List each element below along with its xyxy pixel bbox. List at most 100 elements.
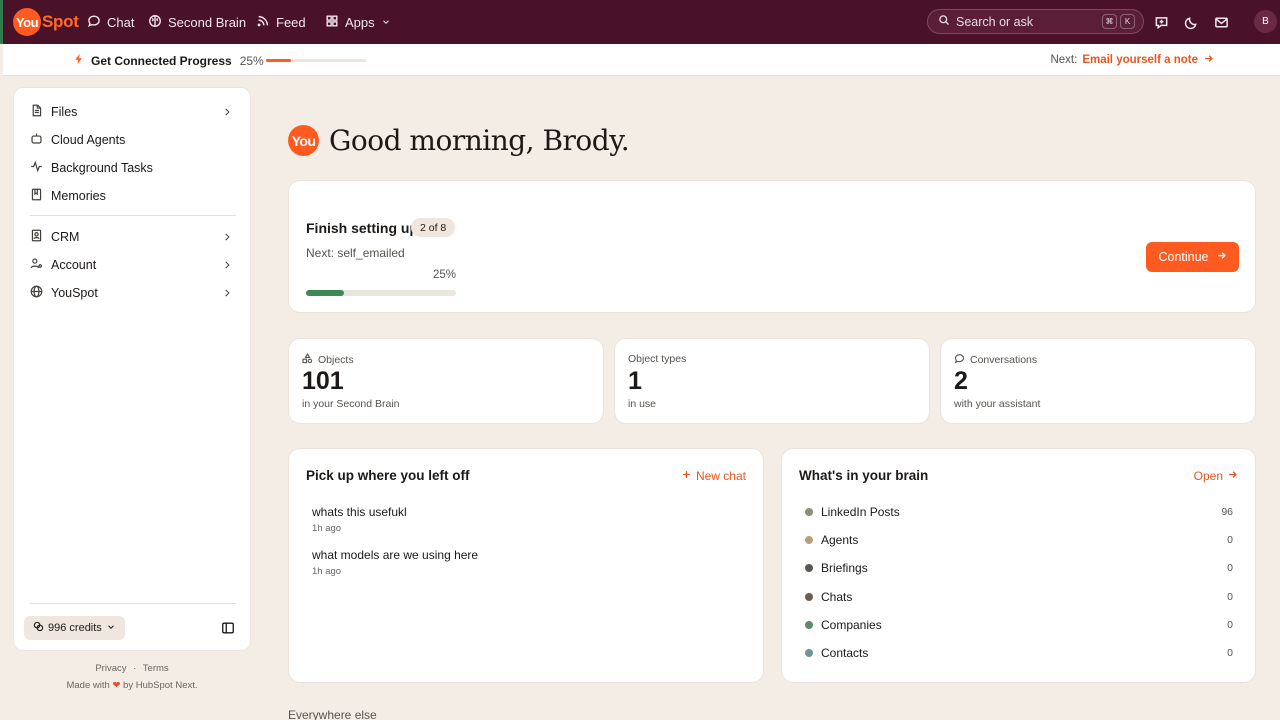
nav-apps-label: Apps (345, 14, 375, 30)
brain-row[interactable]: Chats 0 (805, 588, 1233, 606)
activity-icon (30, 160, 43, 176)
sidebar-item-label: CRM (51, 230, 80, 244)
nav-chat[interactable]: Chat (87, 0, 134, 44)
logo-you-mark: You (13, 8, 41, 36)
stat-label: Conversations (954, 353, 1037, 367)
sidebar-collapse-icon[interactable] (221, 621, 235, 635)
get-connected-progress-strip: Get Connected Progress 25% Next: Email y… (3, 44, 1280, 76)
brain-row[interactable]: LinkedIn Posts 96 (805, 503, 1233, 521)
heart-icon: ❤ (112, 680, 121, 691)
brain-row-label: Companies (821, 617, 882, 632)
new-chat-button[interactable]: New chat (681, 469, 746, 483)
nav-feed-label: Feed (276, 14, 306, 30)
open-brain-link[interactable]: Open (1194, 469, 1238, 483)
brain-row-label: Briefings (821, 561, 868, 576)
progress-percent: 25% (239, 53, 264, 68)
made-with-suffix: by HubSpot Next. (123, 680, 198, 691)
coins-icon (33, 621, 44, 635)
progress-bar (266, 59, 366, 62)
sidebar-item-label: Memories (51, 189, 106, 203)
shortcut-key-cmd: ⌘ (1102, 14, 1117, 29)
sidebar-item-label: Files (51, 105, 78, 119)
stat-card-conversations[interactable]: Conversations 2 with your assistant (940, 338, 1256, 424)
book-icon (30, 188, 43, 204)
chat-time: 1h ago (312, 523, 342, 534)
new-message-icon[interactable] (1152, 13, 1170, 31)
footer-separator: · (133, 663, 137, 674)
recent-chat-item[interactable]: whats this usefukl 1h ago (312, 505, 407, 534)
made-with-credit: Made with ❤ by HubSpot Next. (13, 680, 251, 691)
shapes-icon (302, 352, 313, 367)
credits-dropdown[interactable]: 996 credits (24, 616, 125, 640)
stat-label-text: Object types (628, 353, 687, 365)
lightning-icon (73, 53, 85, 68)
stat-card-objects[interactable]: Objects 101 in your Second Brain (288, 338, 604, 424)
chevron-right-icon (225, 233, 230, 241)
moon-icon[interactable] (1182, 13, 1200, 31)
sidebar-item-memories[interactable]: Memories (30, 183, 236, 209)
terms-link[interactable]: Terms (143, 663, 169, 674)
sidebar-item-account[interactable]: Account (30, 252, 236, 278)
brain-row-label: Chats (821, 589, 853, 604)
chat-title: whats this usefukl (312, 505, 407, 519)
brain-row[interactable]: Contacts 0 (805, 644, 1233, 662)
brain-row[interactable]: Companies 0 (805, 616, 1233, 634)
youspot-logo[interactable]: You Spot (13, 8, 79, 36)
setup-title: Finish setting up (306, 220, 418, 236)
brain-row[interactable]: Agents 0 (805, 531, 1233, 549)
color-dot-icon (805, 536, 813, 545)
brain-title: What's in your brain (799, 468, 929, 483)
search-icon (938, 14, 950, 29)
nav-feed[interactable]: Feed (256, 0, 306, 44)
contact-book-icon (30, 229, 43, 245)
sidebar-item-files[interactable]: Files (30, 99, 236, 125)
brain-row-count: 0 (1227, 534, 1233, 547)
progress-title: Get Connected Progress (91, 53, 232, 68)
brain-row[interactable]: Briefings 0 (805, 559, 1233, 577)
stat-subtext: in use (628, 398, 657, 410)
chat-bubble-icon (87, 14, 101, 31)
user-settings-icon (30, 257, 43, 273)
stat-card-object-types[interactable]: Object types 1 in use (614, 338, 930, 424)
open-label: Open (1193, 469, 1223, 483)
nav-apps[interactable]: Apps (325, 0, 391, 44)
search-input[interactable]: Search or ask ⌘ K (927, 9, 1144, 34)
stat-label-text: Objects (318, 354, 354, 366)
user-avatar[interactable]: B (1254, 10, 1277, 33)
sidebar-footer-links: Privacy · Terms (13, 663, 251, 674)
sidebar-divider (30, 215, 236, 216)
stat-subtext: in your Second Brain (302, 398, 400, 410)
logo-spot-wordmark: Spot (42, 12, 79, 31)
color-dot-icon (805, 649, 813, 657)
next-step-link[interactable]: Email yourself a note (1082, 54, 1198, 66)
brain-row-count: 96 (1221, 506, 1233, 518)
continue-button[interactable]: Continue (1146, 242, 1239, 272)
recent-chat-item[interactable]: what models are we using here 1h ago (312, 548, 478, 577)
brain-icon (148, 14, 162, 31)
nav-second-brain[interactable]: Second Brain (148, 0, 246, 44)
sidebar-item-crm[interactable]: CRM (30, 224, 236, 250)
everywhere-else-heading: Everywhere else (288, 708, 377, 720)
plus-icon (681, 469, 692, 483)
file-icon (30, 104, 43, 120)
privacy-link[interactable]: Privacy (95, 663, 126, 674)
mail-icon[interactable] (1212, 13, 1230, 31)
stat-value: 1 (628, 367, 642, 395)
sidebar-item-youspot[interactable]: YouSpot (30, 280, 236, 306)
next-prefix: Next: (1050, 54, 1078, 66)
sidebar-item-label: YouSpot (51, 286, 98, 300)
top-navigation-bar: You Spot Chat Second Brain Feed Apps Sea… (0, 0, 1280, 44)
brain-row-count: 0 (1227, 647, 1233, 659)
rss-icon (256, 14, 270, 31)
chevron-right-icon (225, 108, 230, 116)
brain-row-label: LinkedIn Posts (821, 505, 900, 519)
stat-value: 101 (302, 367, 344, 395)
sidebar-item-label: Account (51, 258, 97, 272)
brain-contents-panel: What's in your brain Open LinkedIn Posts… (781, 448, 1256, 683)
sidebar-item-background-tasks[interactable]: Background Tasks (30, 155, 236, 181)
sidebar-bottom-divider (30, 603, 236, 604)
new-chat-label: New chat (695, 469, 746, 483)
chevron-down-icon (106, 622, 116, 635)
sidebar-item-cloud-agents[interactable]: Cloud Agents (30, 127, 236, 153)
progress-bar-fill (266, 59, 291, 62)
